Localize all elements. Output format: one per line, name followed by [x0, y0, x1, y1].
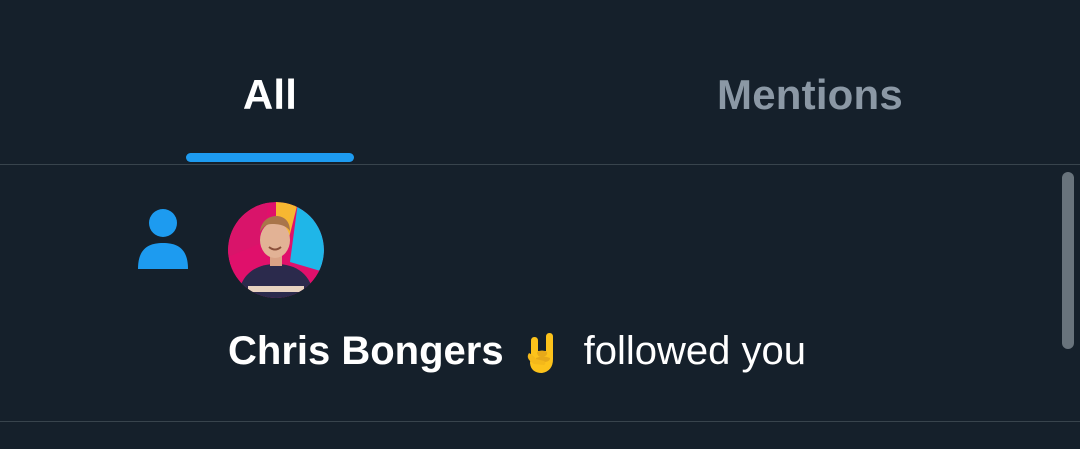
user-name-link[interactable]: Chris Bongers	[228, 327, 504, 375]
tab-all-label: All	[242, 71, 298, 118]
tab-mentions[interactable]: Mentions	[540, 0, 1080, 164]
user-avatar[interactable]	[228, 202, 324, 298]
notification-item[interactable]: Chris Bongers followed you	[0, 165, 1080, 422]
sign-of-the-horns-icon	[527, 333, 553, 373]
tab-all[interactable]: All	[0, 0, 540, 164]
avatar-photo	[228, 202, 324, 298]
notification-action-text: followed you	[583, 329, 806, 373]
notification-text: Chris Bongers followed you	[228, 327, 806, 375]
tab-mentions-label: Mentions	[717, 71, 903, 118]
notifications-tab-bar: All Mentions	[0, 0, 1080, 165]
person-icon	[138, 209, 188, 269]
notifications-screen: All Mentions Chris Bongers followed you	[0, 0, 1080, 449]
scrollbar-thumb[interactable]	[1062, 172, 1074, 349]
active-tab-indicator	[186, 153, 354, 162]
